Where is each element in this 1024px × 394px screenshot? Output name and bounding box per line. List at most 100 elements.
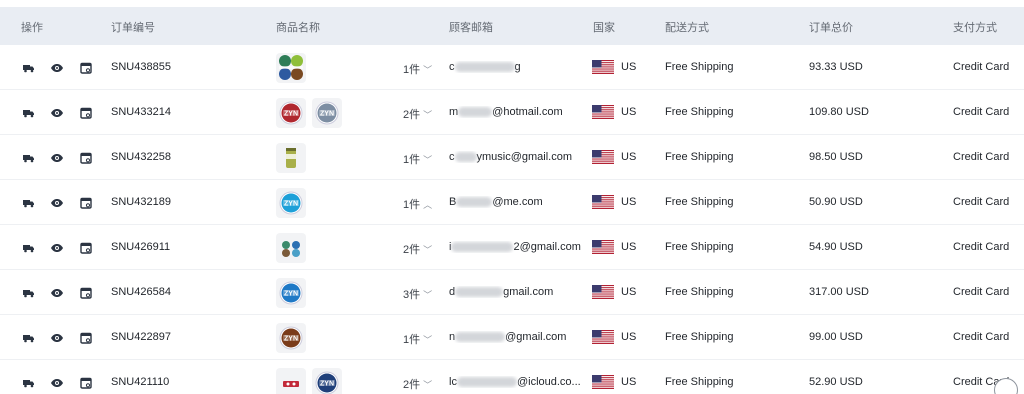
calendar-icon[interactable] — [79, 286, 93, 300]
order-total: 98.50 USD — [809, 151, 863, 163]
country-code: US — [621, 151, 637, 163]
country-code: US — [621, 376, 637, 388]
calendar-icon[interactable] — [79, 331, 93, 345]
order-number: SNU433214 — [111, 106, 171, 118]
us-flag-icon — [592, 285, 614, 299]
quantity-label: 1件 — [403, 154, 421, 166]
eye-icon[interactable] — [50, 106, 64, 120]
truck-icon[interactable] — [22, 196, 36, 210]
eye-icon[interactable] — [50, 376, 64, 390]
payment-method: Credit Card — [953, 106, 1010, 118]
customer-email: c ymusic@gmail.com — [449, 151, 573, 163]
truck-icon[interactable] — [22, 106, 36, 120]
country-code: US — [621, 106, 637, 118]
product-thumbnail[interactable] — [276, 233, 306, 263]
truck-icon[interactable] — [22, 61, 36, 75]
chevron-icon: ﹀ — [423, 110, 433, 120]
eye-icon[interactable] — [50, 331, 64, 345]
payment-method: Credit Card — [953, 61, 1010, 73]
quantity-toggle[interactable]: 1件 ﹀ — [403, 331, 432, 347]
table-row[interactable]: SNU421110 ZYN 2件 ﹀ lc @icloud.co... US Free Shi… — [0, 360, 1024, 394]
payment-method: Credit Card — [953, 196, 1010, 208]
truck-icon[interactable] — [22, 241, 36, 255]
calendar-icon[interactable] — [79, 151, 93, 165]
product-thumbnail[interactable]: ZYN — [276, 278, 306, 308]
table-row[interactable]: SNU426911 2件 ﹀ i 2@gmail.com US Free Shipping 5… — [0, 225, 1024, 270]
quantity-label: 2件 — [403, 379, 421, 391]
product-thumbnail[interactable]: ZYN — [276, 323, 306, 353]
quantity-toggle[interactable]: 1件 ﹀ — [403, 151, 432, 167]
svg-text:ZYN: ZYN — [284, 336, 298, 343]
order-total: 52.90 USD — [809, 376, 863, 388]
table-row[interactable]: SNU432189 ZYN 1件 ︿ B @me.com US Free Shipping 50… — [0, 180, 1024, 225]
order-total: 109.80 USD — [809, 106, 869, 118]
product-thumbnails — [276, 233, 306, 263]
order-number: SNU422897 — [111, 331, 171, 343]
truck-icon[interactable] — [22, 331, 36, 345]
order-number: SNU426584 — [111, 286, 171, 298]
quantity-toggle[interactable]: 2件 ﹀ — [403, 241, 432, 257]
redacted-blur — [454, 152, 477, 163]
chevron-icon: ︿ — [423, 200, 433, 210]
us-flag-icon — [592, 375, 614, 389]
product-thumbnail[interactable]: ZYN — [312, 98, 342, 128]
quantity-toggle[interactable]: 1件 ﹀ — [403, 61, 432, 77]
quantity-toggle[interactable]: 3件 ﹀ — [403, 286, 432, 302]
quantity-toggle[interactable]: 1件 ︿ — [403, 196, 432, 212]
calendar-icon[interactable] — [79, 196, 93, 210]
chevron-icon: ﹀ — [423, 335, 433, 345]
product-thumbnail[interactable] — [276, 368, 306, 394]
order-total: 317.00 USD — [809, 286, 869, 298]
quantity-toggle[interactable]: 2件 ﹀ — [403, 106, 432, 122]
customer-email: B @me.com — [449, 196, 543, 208]
order-number: SNU438855 — [111, 61, 171, 73]
chevron-icon: ﹀ — [423, 245, 433, 255]
table-row[interactable]: SNU422897 ZYN 1件 ﹀ n @gmail.com US Free Shippin… — [0, 315, 1024, 360]
table-row[interactable]: SNU426584 ZYN 3件 ﹀ d gmail.com US Free Shipping… — [0, 270, 1024, 315]
shipping-method: Free Shipping — [665, 61, 734, 73]
us-flag-icon — [592, 330, 614, 344]
truck-icon[interactable] — [22, 286, 36, 300]
table-row[interactable]: SNU438855 1件 ﹀ c g US Free Shipping 93.33 USD Cr… — [0, 45, 1024, 90]
calendar-icon[interactable] — [79, 376, 93, 390]
product-thumbnail[interactable] — [276, 53, 306, 83]
country-code: US — [621, 61, 637, 73]
us-flag-icon — [592, 195, 614, 209]
order-total: 93.33 USD — [809, 61, 863, 73]
table-header: 操作 订单编号 商品名称 顾客邮箱 国家 配送方式 订单总价 支付方式 — [0, 7, 1024, 45]
calendar-icon[interactable] — [79, 241, 93, 255]
payment-method: Credit Card — [953, 241, 1010, 253]
calendar-icon[interactable] — [79, 106, 93, 120]
product-thumbnail[interactable] — [276, 143, 306, 173]
header-customer-email: 顾客邮箱 — [449, 22, 493, 34]
header-payment-method: 支付方式 — [953, 22, 997, 34]
product-thumbnails: ZYN — [276, 323, 306, 353]
order-total: 54.90 USD — [809, 241, 863, 253]
eye-icon[interactable] — [50, 286, 64, 300]
eye-icon[interactable] — [50, 241, 64, 255]
eye-icon[interactable] — [50, 196, 64, 210]
eye-icon[interactable] — [50, 61, 64, 75]
payment-method: Credit Card — [953, 331, 1010, 343]
truck-icon[interactable] — [22, 151, 36, 165]
product-thumbnail[interactable]: ZYN — [276, 188, 306, 218]
truck-icon[interactable] — [22, 376, 36, 390]
table-row[interactable]: SNU432258 1件 ﹀ c ymusic@gmail.com US Free Ship… — [0, 135, 1024, 180]
quantity-label: 2件 — [403, 244, 421, 256]
eye-icon[interactable] — [50, 151, 64, 165]
calendar-icon[interactable] — [79, 61, 93, 75]
quantity-toggle[interactable]: 2件 ﹀ — [403, 376, 432, 392]
shipping-method: Free Shipping — [665, 376, 734, 388]
product-thumbnail[interactable]: ZYN — [312, 368, 342, 394]
quantity-label: 3件 — [403, 289, 421, 301]
product-thumbnails: ZYN — [276, 278, 306, 308]
redacted-blur — [456, 377, 517, 388]
table-row[interactable]: SNU433214 ZYN ZYN 2件 ﹀ m @hotmail.com US Free Sh… — [0, 90, 1024, 135]
shipping-method: Free Shipping — [665, 196, 734, 208]
redacted-blur — [458, 107, 493, 118]
product-thumbnail[interactable]: ZYN — [276, 98, 306, 128]
country-code: US — [621, 196, 637, 208]
product-thumbnails: ZYN ZYN — [276, 98, 342, 128]
quantity-label: 1件 — [403, 199, 421, 211]
chevron-icon: ﹀ — [423, 380, 433, 390]
